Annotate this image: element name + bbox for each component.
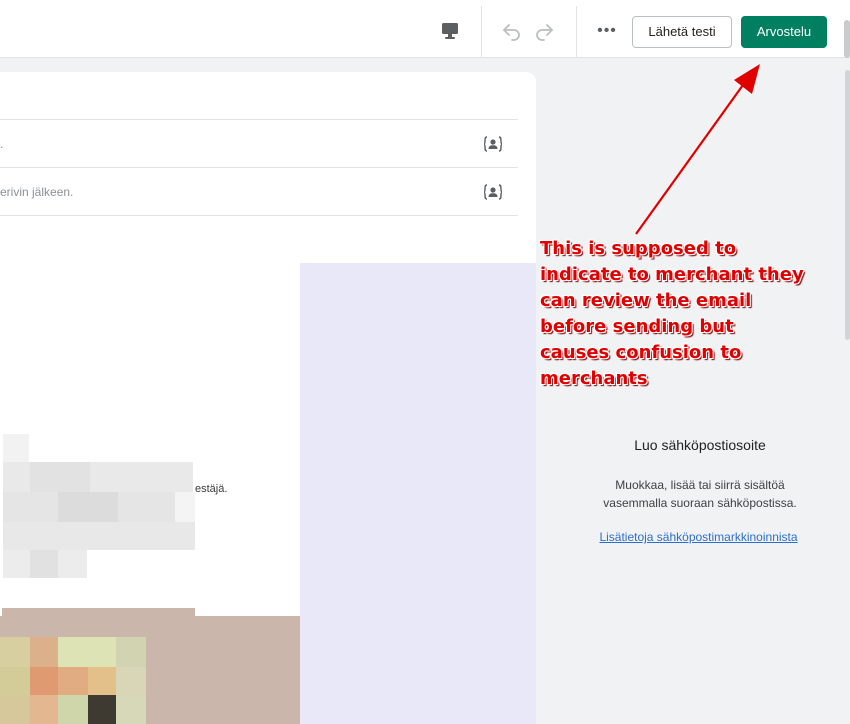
blurred-content — [30, 550, 58, 578]
blurred-image — [88, 695, 116, 724]
blurred-image — [116, 695, 146, 724]
blurred-content — [3, 522, 195, 550]
field-divider — [0, 215, 518, 216]
review-button[interactable]: Arvostelu — [741, 16, 827, 48]
blurred-image — [116, 667, 146, 695]
preview-text-field[interactable]: erivin jälkeen. — [0, 185, 73, 199]
blurred-image — [30, 695, 58, 724]
email-editor-card: . erivin jälkeen. estäjä. — [0, 72, 536, 724]
personalize-icon[interactable] — [483, 136, 503, 152]
desktop-icon[interactable] — [438, 20, 462, 42]
blurred-image — [58, 637, 116, 667]
toolbar-divider — [576, 6, 577, 58]
blurred-image — [116, 637, 146, 667]
blurred-image — [0, 637, 30, 667]
blurred-image — [30, 667, 58, 695]
more-actions-button[interactable]: ••• — [594, 22, 620, 42]
undo-icon[interactable] — [500, 20, 524, 42]
personalize-icon[interactable] — [483, 184, 503, 200]
blurred-image — [2, 608, 195, 616]
blurred-content — [58, 492, 118, 522]
field-divider — [0, 119, 518, 120]
panel-description: Muokkaa, lisää tai siirrä sisältöä vasem… — [603, 478, 797, 510]
editor-toolbar: ••• Lähetä testi Arvostelu — [0, 0, 850, 58]
blurred-content — [3, 434, 29, 462]
blurred-image — [0, 667, 30, 695]
blurred-image — [0, 695, 30, 724]
blurred-image — [58, 695, 88, 724]
email-preview-background[interactable] — [300, 263, 536, 724]
panel-title: Luo sähköpostiosoite — [634, 437, 766, 453]
send-test-button[interactable]: Lähetä testi — [632, 16, 732, 48]
subject-field-text[interactable]: . — [0, 137, 3, 151]
blurred-image — [58, 667, 88, 695]
blurred-image — [88, 667, 116, 695]
preview-body-text: estäjä. — [195, 483, 228, 495]
email-marketing-help-link[interactable]: Lisätietoja sähköpostimarkkinoinnista — [560, 530, 837, 544]
toolbar-scrollbar[interactable] — [844, 20, 850, 58]
toolbar-divider — [481, 6, 482, 58]
blurred-content — [175, 492, 195, 522]
field-divider — [0, 167, 518, 168]
blurred-content — [30, 462, 90, 492]
panel-scrollbar[interactable] — [845, 70, 850, 340]
blurred-image — [30, 637, 58, 667]
annotation-note: This is supposed to indicate to merchant… — [540, 238, 804, 389]
redo-icon[interactable] — [532, 20, 556, 42]
